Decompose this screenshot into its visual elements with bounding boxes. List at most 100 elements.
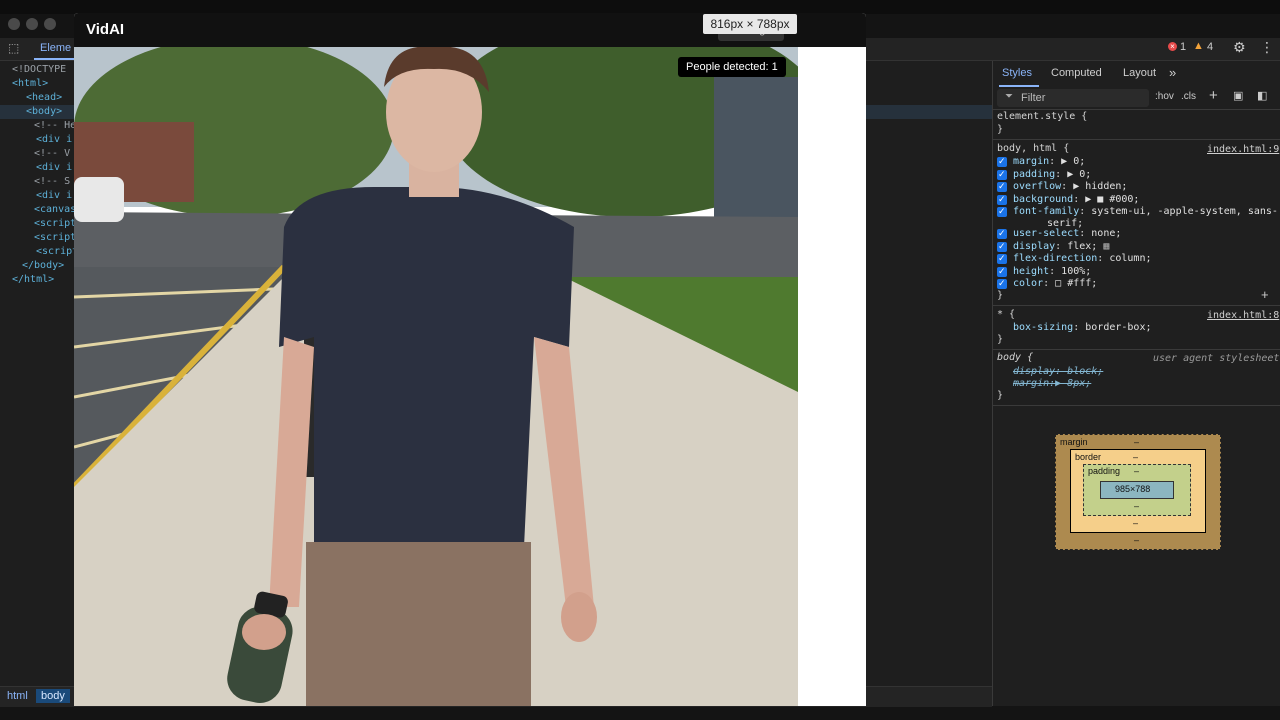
property-checkbox[interactable] — [997, 241, 1007, 252]
add-property-icon[interactable]: + — [1261, 287, 1269, 302]
paint-brush-icon[interactable]: ▣ — [1233, 89, 1243, 102]
property-value[interactable]: ▶ hidden; — [1073, 181, 1127, 192]
filter-placeholder: Filter — [1021, 92, 1046, 104]
property-value[interactable]: ▶ 0; — [1067, 169, 1091, 180]
property-checkbox[interactable] — [997, 206, 1007, 217]
property-value[interactable]: ▶ ■ #000; — [1085, 194, 1139, 205]
warning-count[interactable]: 4 — [1207, 41, 1213, 53]
property-name[interactable]: box-sizing — [1013, 322, 1073, 333]
divider — [993, 139, 1280, 140]
tab-elements[interactable]: Eleme — [34, 38, 78, 60]
property-name[interactable]: display — [1013, 241, 1055, 252]
border-bottom-value[interactable]: – — [1133, 518, 1138, 528]
property-checkbox[interactable] — [997, 181, 1007, 192]
tab-styles[interactable]: Styles — [1002, 67, 1032, 79]
margin-bottom-value[interactable]: – — [1134, 535, 1139, 545]
breadcrumb-html[interactable]: html — [2, 689, 33, 703]
sidebar-toggle-icon[interactable]: ◧ — [1257, 89, 1267, 102]
property-name[interactable]: padding — [1013, 169, 1055, 180]
property-checkbox[interactable] — [997, 278, 1007, 289]
divider — [993, 305, 1280, 306]
property-name[interactable]: user-select — [1013, 228, 1079, 239]
property-checkbox[interactable] — [997, 266, 1007, 277]
box-model-border[interactable]: border – padding – – 985×788 – — [1070, 449, 1206, 533]
box-model-margin[interactable]: margin – – border – padding – – 985×788 … — [1055, 434, 1221, 550]
border-label: border — [1075, 452, 1102, 462]
property-name[interactable]: background — [1013, 194, 1073, 205]
building-right — [714, 77, 798, 237]
overridden-property: display: block; — [1013, 366, 1104, 377]
body-html-selector[interactable]: body, html { — [997, 143, 1069, 154]
tab-computed[interactable]: Computed — [1051, 67, 1102, 79]
property-checkbox[interactable] — [997, 253, 1007, 264]
more-tabs-button[interactable]: » — [1169, 65, 1176, 80]
dom-node[interactable]: <head> — [26, 92, 62, 103]
warning-icon[interactable]: ▲ — [1193, 40, 1204, 52]
property-name[interactable]: height — [1013, 266, 1049, 277]
margin-top-value[interactable]: – — [1134, 437, 1139, 447]
rule-close-brace: } — [997, 334, 1004, 345]
dom-node[interactable]: <script — [36, 246, 78, 257]
box-model-content[interactable]: 985×788 — [1100, 481, 1174, 499]
property-name[interactable]: margin — [1013, 156, 1049, 167]
dom-node[interactable]: <canvas — [34, 204, 76, 215]
property-name[interactable]: color — [1013, 278, 1043, 289]
dom-node[interactable]: <html> — [12, 78, 48, 89]
padding-top-value[interactable]: – — [1134, 466, 1139, 476]
error-count[interactable]: 1 — [1180, 41, 1186, 53]
property-value[interactable]: none; — [1091, 228, 1121, 239]
inspect-element-icon[interactable]: ⬚ — [8, 41, 19, 55]
margin-label: margin — [1060, 437, 1088, 447]
more-options-icon[interactable]: ⋮ — [1260, 39, 1274, 56]
property-name[interactable]: overflow — [1013, 181, 1061, 192]
rule-close-brace: } — [997, 290, 1004, 301]
rule-source-link[interactable]: index.html:8 — [1207, 310, 1279, 321]
content-size[interactable]: 985×788 — [1115, 484, 1150, 494]
property-value[interactable]: ▶ 0; — [1061, 156, 1085, 167]
border-top-value[interactable]: – — [1133, 452, 1138, 462]
dom-node[interactable]: <script — [34, 218, 76, 229]
add-rule-icon[interactable]: + — [1209, 87, 1218, 104]
maximize-window-button[interactable] — [44, 18, 56, 30]
property-checkbox[interactable] — [997, 169, 1007, 180]
filter-input[interactable]: ⏷ Filter — [997, 89, 1149, 107]
dom-node[interactable]: <!-- S — [34, 176, 70, 187]
property-checkbox[interactable] — [997, 194, 1007, 205]
rule-source-link[interactable]: index.html:9 — [1207, 144, 1279, 155]
property-value[interactable]: column; — [1109, 253, 1151, 264]
universal-selector[interactable]: * { — [997, 309, 1015, 320]
property-checkbox[interactable] — [997, 228, 1007, 239]
dom-node[interactable]: <div i — [36, 134, 72, 145]
flexbox-editor-icon[interactable]: ▦ — [1103, 241, 1109, 252]
settings-gear-icon[interactable]: ⚙ — [1233, 39, 1246, 56]
dom-node-body[interactable]: <body> — [26, 106, 62, 117]
property-value[interactable]: border-box; — [1085, 322, 1151, 333]
tab-layout[interactable]: Layout — [1123, 67, 1156, 79]
error-icon[interactable]: × — [1168, 42, 1177, 51]
dom-node[interactable]: <!-- V — [34, 148, 70, 159]
hov-toggle[interactable]: :hov — [1155, 91, 1174, 102]
dom-node[interactable]: <div i — [36, 190, 72, 201]
dom-node[interactable]: <!-- He — [34, 120, 76, 131]
dom-node[interactable]: <script — [34, 232, 76, 243]
dom-node[interactable]: </body> — [22, 260, 64, 271]
dom-node[interactable]: <!DOCTYPE — [12, 64, 66, 75]
property-checkbox[interactable] — [997, 156, 1007, 167]
dom-node[interactable]: <div i — [36, 162, 72, 173]
property-name[interactable]: flex-direction — [1013, 253, 1097, 264]
box-model-padding[interactable]: padding – – 985×788 — [1083, 464, 1191, 516]
property-name[interactable]: font-family — [1013, 206, 1079, 217]
minimize-window-button[interactable] — [26, 18, 38, 30]
close-window-button[interactable] — [8, 18, 20, 30]
dom-node[interactable]: </html> — [12, 274, 54, 285]
padding-bottom-value[interactable]: – — [1134, 501, 1139, 511]
property-value[interactable]: 100%; — [1061, 266, 1091, 277]
property-value[interactable]: □ #fff; — [1055, 278, 1097, 289]
breadcrumb-body[interactable]: body — [36, 689, 70, 703]
divider — [993, 109, 1280, 110]
property-value[interactable]: flex; — [1067, 241, 1097, 252]
element-style-selector[interactable]: element.style { — [997, 111, 1087, 122]
property-value[interactable]: system-ui, -apple-system, sans- — [1091, 206, 1278, 217]
cls-toggle[interactable]: .cls — [1181, 91, 1196, 102]
person-pants — [306, 542, 531, 706]
